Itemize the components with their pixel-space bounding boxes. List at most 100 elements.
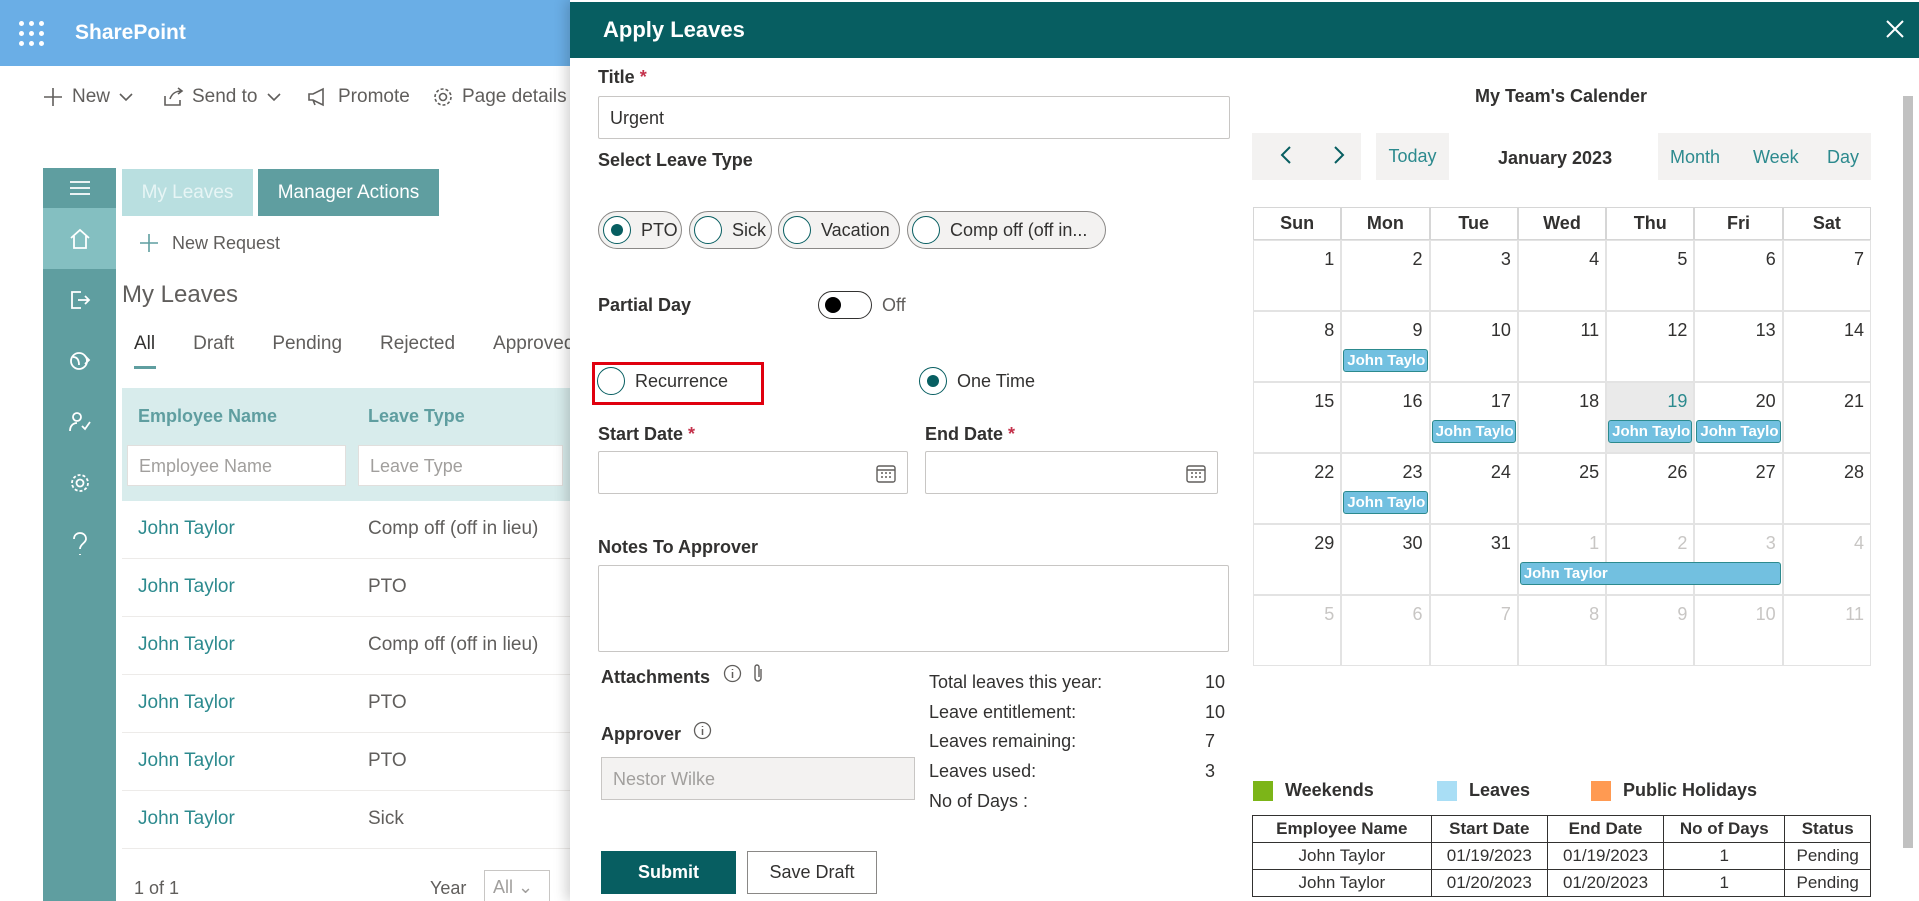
calendar-day-cell[interactable]: 21 xyxy=(1782,382,1871,453)
settings-icon[interactable] xyxy=(43,452,116,513)
recurrence-option[interactable]: Recurrence xyxy=(597,367,728,395)
leave-type-sick[interactable]: Sick xyxy=(689,211,772,249)
leave-event[interactable]: John Taylo xyxy=(1608,420,1693,443)
paperclip-icon[interactable] xyxy=(752,663,764,684)
leave-event[interactable]: John Taylo xyxy=(1431,420,1516,443)
table-row[interactable]: John Taylor PTO xyxy=(122,559,572,617)
view-day-button[interactable]: Day xyxy=(1827,147,1859,168)
calendar-day-cell[interactable]: 31 xyxy=(1429,524,1518,595)
calendar-day-cell[interactable]: 5 xyxy=(1253,595,1342,666)
calendar-day-cell[interactable]: 15 xyxy=(1253,382,1342,453)
app-title[interactable]: SharePoint xyxy=(75,21,186,45)
pivot-approved[interactable]: Approved xyxy=(493,333,574,355)
calendar-day-cell[interactable]: 11 xyxy=(1782,595,1871,666)
waffle-icon[interactable] xyxy=(19,21,45,47)
calendar-day-cell[interactable]: 14 xyxy=(1782,311,1871,382)
notes-textarea[interactable] xyxy=(598,565,1229,652)
calendar-day-cell[interactable]: 30 xyxy=(1341,524,1430,595)
view-month-button[interactable]: Month xyxy=(1670,147,1720,168)
start-date-input[interactable] xyxy=(598,451,908,494)
year-select[interactable]: All ⌄ xyxy=(484,870,550,901)
employee-link[interactable]: John Taylor xyxy=(138,576,235,598)
employee-link[interactable]: John Taylor xyxy=(138,692,235,714)
leave-event[interactable]: John Taylo xyxy=(1696,420,1781,443)
calendar-day-cell[interactable]: 26 xyxy=(1606,453,1695,524)
calendar-day-cell[interactable]: 7 xyxy=(1782,240,1871,311)
employee-link[interactable]: John Taylor xyxy=(138,634,235,656)
calendar-day-cell[interactable]: 11 xyxy=(1517,311,1607,382)
calendar-day-cell[interactable]: 7 xyxy=(1429,595,1518,666)
send-to-command[interactable]: Send to xyxy=(162,82,282,112)
chevron-right-icon[interactable] xyxy=(1333,145,1345,170)
new-command[interactable]: New xyxy=(42,82,134,112)
team-calendar-icon[interactable] xyxy=(43,330,116,391)
sick-radio[interactable] xyxy=(694,216,722,244)
hamburger-icon[interactable] xyxy=(43,168,116,208)
sign-out-icon[interactable] xyxy=(43,269,116,330)
calendar-day-cell[interactable]: 2 xyxy=(1341,240,1430,311)
pto-radio[interactable] xyxy=(603,216,631,244)
calendar-day-cell[interactable]: 4 xyxy=(1517,240,1607,311)
column-employee-name[interactable]: Employee Name xyxy=(138,406,277,427)
one-time-option[interactable]: One Time xyxy=(919,367,1035,395)
column-leave-type[interactable]: Leave Type xyxy=(368,406,465,427)
employee-filter-input[interactable]: Employee Name xyxy=(127,445,346,486)
calendar-icon[interactable] xyxy=(876,464,896,483)
calendar-day-cell[interactable]: 5 xyxy=(1606,240,1695,311)
tab-manager-actions[interactable]: Manager Actions xyxy=(258,169,439,216)
manager-icon[interactable] xyxy=(43,391,116,452)
partial-day-toggle[interactable] xyxy=(818,291,872,319)
tab-my-leaves[interactable]: My Leaves xyxy=(122,169,253,216)
help-icon[interactable] xyxy=(43,513,116,574)
table-row[interactable]: John Taylor Comp off (off in lieu) xyxy=(122,501,572,559)
calendar-day-cell[interactable]: 10 xyxy=(1429,311,1518,382)
calendar-day-cell[interactable]: 3 xyxy=(1429,240,1518,311)
employee-link[interactable]: John Taylor xyxy=(138,750,235,772)
calendar-day-cell[interactable]: 27 xyxy=(1694,453,1783,524)
submit-button[interactable]: Submit xyxy=(601,851,736,894)
calendar-day-cell[interactable]: 9 xyxy=(1606,595,1695,666)
calendar-day-cell[interactable]: 4 xyxy=(1782,524,1871,595)
vacation-radio[interactable] xyxy=(783,216,811,244)
pivot-pending[interactable]: Pending xyxy=(272,333,342,355)
employee-link[interactable]: John Taylor xyxy=(138,808,235,830)
info-icon[interactable] xyxy=(693,721,712,740)
panel-scrollbar[interactable] xyxy=(1897,58,1919,901)
comp-off-radio[interactable] xyxy=(912,216,940,244)
promote-command[interactable]: Promote xyxy=(306,82,410,112)
calendar-icon[interactable] xyxy=(1186,464,1206,483)
calendar-day-cell[interactable]: 25 xyxy=(1517,453,1607,524)
title-input[interactable]: Urgent xyxy=(598,96,1230,139)
save-draft-button[interactable]: Save Draft xyxy=(747,851,877,894)
employee-link[interactable]: John Taylor xyxy=(138,518,235,540)
table-row[interactable]: John Taylor Sick xyxy=(122,791,572,849)
table-row[interactable]: John Taylor PTO xyxy=(122,733,572,791)
calendar-day-cell[interactable]: 12 xyxy=(1606,311,1695,382)
pivot-all[interactable]: All xyxy=(134,333,157,369)
info-icon[interactable] xyxy=(723,664,742,683)
pivot-rejected[interactable]: Rejected xyxy=(380,333,455,355)
chevron-left-icon[interactable] xyxy=(1280,145,1292,170)
view-week-button[interactable]: Week xyxy=(1753,147,1799,168)
leave-event[interactable]: John Taylo xyxy=(1343,491,1428,514)
calendar-day-cell[interactable]: 16 xyxy=(1341,382,1430,453)
calendar-day-cell[interactable]: 28 xyxy=(1782,453,1871,524)
one-time-radio[interactable] xyxy=(919,367,947,395)
calendar-day-cell[interactable]: 10 xyxy=(1694,595,1783,666)
calendar-day-cell[interactable]: 8 xyxy=(1517,595,1607,666)
calendar-day-cell[interactable]: 13 xyxy=(1694,311,1783,382)
leave-type-comp-off[interactable]: Comp off (off in... xyxy=(907,211,1106,249)
calendar-day-cell[interactable]: 1 xyxy=(1253,240,1342,311)
leave-type-pto[interactable]: PTO xyxy=(598,211,682,249)
approver-input[interactable]: Nestor Wilke xyxy=(601,757,915,800)
leave-event[interactable]: John Taylor xyxy=(1519,562,1781,585)
calendar-day-cell[interactable]: 6 xyxy=(1341,595,1430,666)
today-button[interactable]: Today xyxy=(1376,133,1449,180)
calendar-day-cell[interactable]: 18 xyxy=(1517,382,1607,453)
home-icon[interactable] xyxy=(43,208,116,269)
calendar-day-cell[interactable]: 24 xyxy=(1429,453,1518,524)
table-row[interactable]: John Taylor PTO xyxy=(122,675,572,733)
calendar-day-cell[interactable]: 29 xyxy=(1253,524,1342,595)
pivot-draft[interactable]: Draft xyxy=(193,333,234,355)
leave-type-vacation[interactable]: Vacation xyxy=(778,211,900,249)
